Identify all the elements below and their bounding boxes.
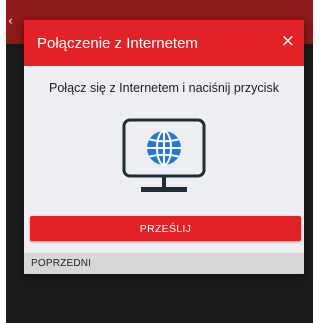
previous-label: POPRZEDNI — [31, 258, 92, 269]
close-icon[interactable]: × — [281, 33, 295, 50]
internet-connection-dialog: Połączenie z Internetem × Połącz się z I… — [24, 20, 304, 274]
dialog-title: Połączenie z Internetem — [37, 35, 198, 52]
back-arrow-icon[interactable]: ‹ — [8, 14, 13, 28]
instruction-text: Połącz się z Internetem i naciśnij przyc… — [49, 81, 279, 95]
previous-button[interactable]: POPRZEDNI — [24, 253, 304, 274]
dialog-header: Połączenie z Internetem × — [24, 20, 304, 66]
monitor-globe-icon — [122, 118, 206, 192]
submit-button[interactable]: PRZEŚLIJ — [30, 216, 301, 241]
